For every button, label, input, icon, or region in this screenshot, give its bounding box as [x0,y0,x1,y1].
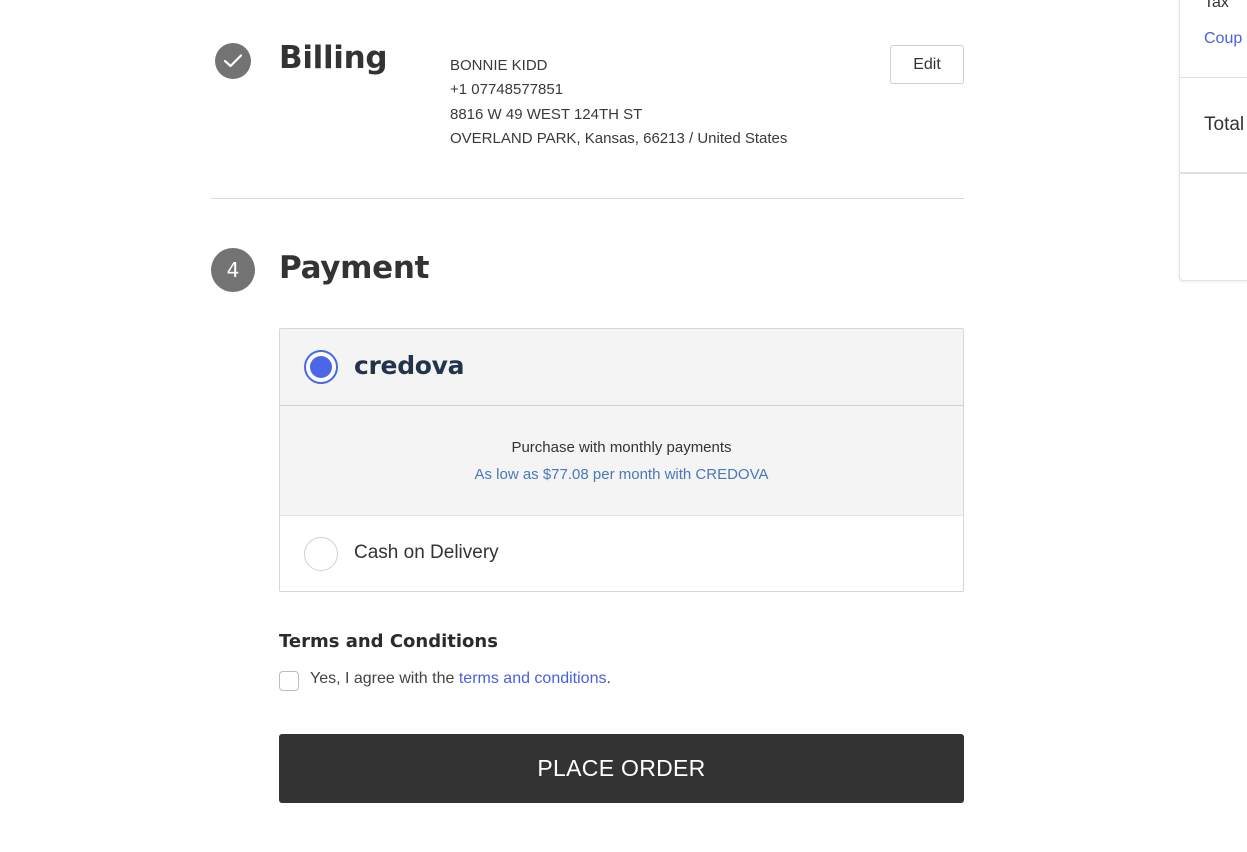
cash-on-delivery-radio[interactable] [304,537,338,571]
credova-monthly-link[interactable]: As low as $77.08 per month with CREDOVA [280,466,963,483]
credova-details-title: Purchase with monthly payments [511,439,732,456]
billing-street: 8816 W 49 WEST 124TH ST [450,105,643,123]
payment-title: Payment [279,250,430,286]
summary-divider [1180,172,1247,174]
terms-checkbox[interactable] [279,671,299,691]
terms-agree-prefix: Yes, I agree with the [310,670,459,687]
credova-radio[interactable] [304,350,338,384]
place-order-button[interactable]: PLACE ORDER [279,734,964,803]
billing-complete-check-icon [215,43,251,79]
payment-option-cash-on-delivery[interactable]: Cash on Delivery [280,516,963,591]
payment-option-credova[interactable]: credova [280,329,963,406]
terms-title: Terms and Conditions [279,631,498,652]
cash-on-delivery-label: Cash on Delivery [354,542,499,563]
summary-tax-label: Tax [1204,0,1229,11]
edit-billing-button[interactable]: Edit [890,45,964,84]
billing-city-line: OVERLAND PARK, Kansas, 66213 / United St… [450,129,788,147]
terms-agree-text: Yes, I agree with the terms and conditio… [310,670,611,688]
billing-name: BONNIE KIDD [450,57,548,74]
credova-details-panel: Purchase with monthly payments As low as… [280,406,963,516]
billing-phone: +1 07748577851 [450,81,564,99]
payment-options: credova Purchase with monthly payments A… [279,328,964,592]
summary-total-label: Total [1204,114,1245,135]
summary-coupon-link[interactable]: Coup [1204,30,1242,48]
billing-title: Billing [279,40,388,76]
credova-logo: credova [354,351,465,380]
terms-and-conditions-link[interactable]: terms and conditions [459,670,607,687]
order-summary-card: Tax Coup Total [1179,0,1247,281]
terms-agree-suffix: . [606,670,611,687]
section-divider [211,198,964,199]
payment-step-number: 4 [211,248,255,292]
billing-address: BONNIE KIDD +1 07748577851 8816 W 49 WES… [450,54,787,151]
summary-divider [1180,77,1247,78]
